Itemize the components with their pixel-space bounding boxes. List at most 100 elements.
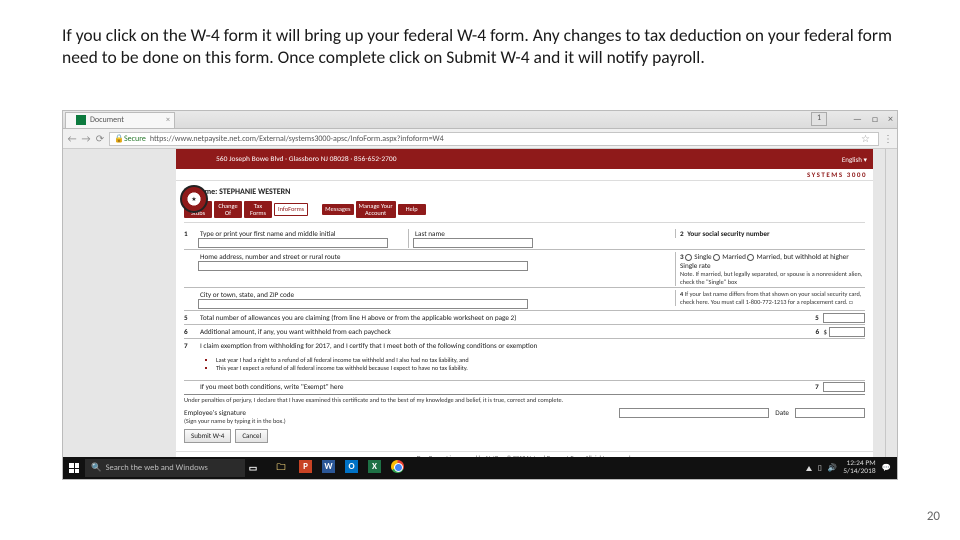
brand-bar: SYSTEMS 3000 <box>176 169 873 181</box>
input-date[interactable] <box>795 408 865 418</box>
bookmark-star-icon[interactable]: ☆ <box>861 132 870 145</box>
label-signature: Employee's signature <box>184 408 613 417</box>
url-text: https://www.netpaysite.net.com/External/… <box>150 134 444 144</box>
minimize-button[interactable]: — <box>853 112 862 125</box>
header-banner: 560 Joseph Bowe Blvd · Glassboro NJ 0802… <box>176 149 873 169</box>
input-exempt[interactable] <box>823 382 865 392</box>
tab-tax-forms[interactable]: Tax Forms <box>244 201 272 218</box>
close-window-button[interactable]: × <box>888 112 893 125</box>
label-first-name: Type or print your first name and middle… <box>198 229 408 238</box>
tray-overflow-icon[interactable] <box>806 466 812 471</box>
penalty-statement: Under penalties of perjury, I declare th… <box>184 396 865 404</box>
field-num-4: 4 <box>680 290 683 298</box>
address-field[interactable]: 🔒 Secure https://www.netpaysite.net.com/… <box>109 132 879 146</box>
tab-info-forms[interactable]: InfoForms <box>274 203 308 216</box>
lock-icon: 🔒 <box>114 134 124 144</box>
bullet-exempt-1: Last year I had a right to a refund of a… <box>216 356 469 364</box>
label-additional-amount: Additional amount, if any, you want with… <box>198 327 811 336</box>
box-num-6: 6 <box>811 327 823 336</box>
district-logo: ★ <box>180 185 208 213</box>
tab-messages[interactable]: Messages <box>322 204 353 215</box>
tab-help[interactable]: Help <box>398 204 426 215</box>
taskbar-search[interactable]: 🔍 Search the web and Windows <box>85 459 245 477</box>
left-margin <box>63 149 176 479</box>
label-single: Single <box>694 252 711 261</box>
windows-taskbar: 🔍 Search the web and Windows ▭ 🗀 P W O X… <box>63 457 897 479</box>
input-first-name[interactable] <box>198 238 388 248</box>
powerpoint-icon[interactable]: P <box>299 460 312 473</box>
tab-title: Document <box>90 115 124 125</box>
input-home-address[interactable] <box>198 261 528 271</box>
input-allowances[interactable] <box>823 313 865 323</box>
browser-tab-bar: Document × 1 — □ × <box>63 111 897 129</box>
chrome-icon[interactable] <box>391 460 404 473</box>
label-ssn: Your social security number <box>685 229 769 238</box>
nav-tabs: Pay Stubs Change Of Tax Forms InfoForms … <box>176 199 873 222</box>
radio-married[interactable] <box>713 254 720 261</box>
label-married: Married <box>722 252 746 261</box>
forward-button[interactable]: → <box>81 132 91 145</box>
maximize-button[interactable]: □ <box>872 112 878 125</box>
dollar-sign: $ <box>823 327 827 336</box>
slide-instruction-text: If you click on the W-4 form it will bri… <box>62 24 898 69</box>
file-explorer-icon[interactable]: 🗀 <box>273 460 289 476</box>
radio-married-high[interactable] <box>747 254 754 261</box>
page-viewport: ★ 560 Joseph Bowe Blvd · Glassboro NJ 08… <box>63 149 897 479</box>
windows-logo-icon <box>69 463 79 473</box>
browser-tab[interactable]: Document × <box>65 112 175 128</box>
tab-change-of[interactable]: Change Of <box>214 201 242 218</box>
secure-label: Secure <box>124 134 146 144</box>
slide-number: 20 <box>927 509 940 524</box>
excel-icon[interactable]: X <box>368 460 381 473</box>
field-num-2: 2 <box>680 229 684 238</box>
browser-url-bar: ← → ⟳ 🔒 Secure https://www.netpaysite.ne… <box>63 129 897 149</box>
back-button[interactable]: ← <box>67 132 77 145</box>
label-ss-name-differs: If your last name differs from that show… <box>680 290 861 306</box>
input-additional-amount[interactable] <box>829 327 865 337</box>
field-num-1: 1 <box>184 229 198 238</box>
notification-icon[interactable]: 💬 <box>882 463 891 473</box>
w4-form: 1 Type or print your first name and midd… <box>176 223 873 450</box>
input-signature[interactable] <box>619 408 769 418</box>
note-filing-status: Note. If married, but legally separated,… <box>680 270 865 286</box>
start-button[interactable] <box>63 457 85 479</box>
bullet-exempt-2: This year I expect a refund of all feder… <box>216 364 468 372</box>
word-icon[interactable]: W <box>322 460 335 473</box>
banner-address: 560 Joseph Bowe Blvd · Glassboro NJ 0802… <box>216 155 397 164</box>
welcome-line: Welcome: STEPHANIE WESTERN <box>176 181 873 199</box>
embedded-screenshot: Document × 1 — □ × ← → ⟳ 🔒 Secure https:… <box>62 110 898 480</box>
field-num-3: 3 <box>680 252 684 261</box>
hint-signature: (Sign your name by typing it in the box.… <box>184 417 613 425</box>
sheets-icon <box>76 115 86 125</box>
profile-badge[interactable]: 1 <box>811 112 827 126</box>
volume-icon[interactable]: 🔊 <box>828 463 837 473</box>
label-date: Date <box>775 408 789 425</box>
radio-single[interactable] <box>685 254 692 261</box>
system-tray: ▯ 🔊 12:24 PM 5/14/2018 💬 <box>806 460 897 476</box>
tray-date: 5/14/2018 <box>843 468 875 476</box>
input-city-state-zip[interactable] <box>198 299 528 309</box>
close-tab-icon[interactable]: × <box>166 115 170 125</box>
label-exempt-write: If you meet both conditions, write "Exem… <box>198 382 811 391</box>
tab-manage-account[interactable]: Manage Your Account <box>356 201 396 218</box>
search-icon: 🔍 <box>91 463 102 473</box>
label-city-state-zip: City or town, state, and ZIP code <box>198 290 542 299</box>
field-num-6: 6 <box>184 327 198 336</box>
reload-button[interactable]: ⟳ <box>95 132 105 145</box>
submit-w4-button[interactable]: Submit W-4 <box>184 429 231 443</box>
menu-icon[interactable]: ⋮ <box>883 132 893 145</box>
input-last-name[interactable] <box>413 238 533 248</box>
network-icon[interactable]: ▯ <box>818 463 822 473</box>
language-selector[interactable]: English ▾ <box>842 155 867 164</box>
label-allowances: Total number of allowances you are claim… <box>198 313 811 322</box>
label-last-name: Last name <box>413 229 538 238</box>
field-num-5: 5 <box>184 313 198 322</box>
label-home-address: Home address, number and street or rural… <box>198 252 542 261</box>
task-view-icon[interactable]: ▭ <box>245 460 261 476</box>
outlook-icon[interactable]: O <box>345 460 358 473</box>
field-num-7: 7 <box>184 341 198 350</box>
scrollbar[interactable] <box>885 149 897 479</box>
right-margin <box>873 149 885 479</box>
cancel-button[interactable]: Cancel <box>235 429 268 443</box>
label-exemption: I claim exemption from withholding for 2… <box>198 341 865 350</box>
